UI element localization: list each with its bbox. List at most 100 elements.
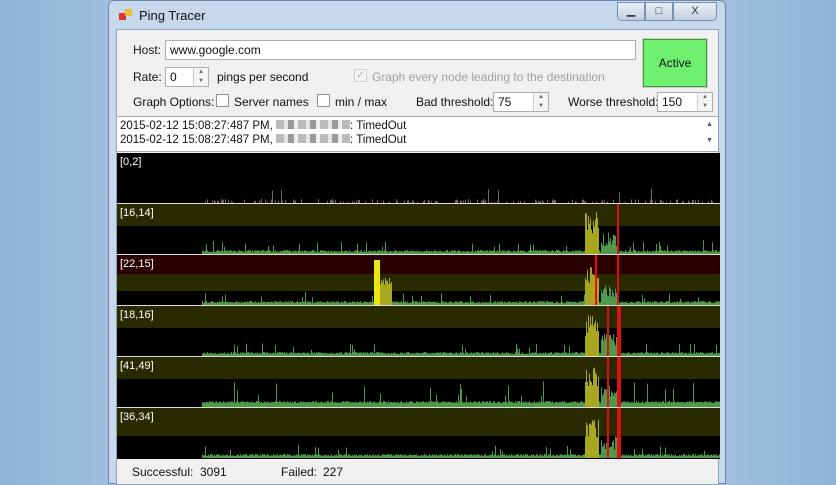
active-button[interactable]: Active: [642, 38, 708, 88]
latency-bar: [603, 445, 604, 458]
latency-bar: [541, 455, 542, 458]
latency-bar: [644, 455, 645, 458]
latency-bar: [379, 455, 380, 458]
latency-bar: [230, 449, 231, 458]
log-entry: 2015-02-12 15:08:27:487 PM, : TimedOut: [120, 133, 715, 147]
latency-bar: [596, 436, 597, 458]
latency-bar: [702, 454, 703, 458]
latency-bar: [688, 454, 689, 458]
latency-bar: [672, 455, 673, 458]
latency-bar: [716, 344, 717, 356]
latency-bar: [465, 348, 466, 356]
latency-bar: [323, 455, 324, 458]
latency-bar: [508, 385, 509, 407]
latency-bar: [280, 454, 281, 458]
latency-bar: [597, 278, 598, 305]
latency-bar: [598, 331, 599, 356]
latency-bar: [206, 244, 207, 254]
timeout-bar: [617, 306, 619, 356]
rate-spin-buttons[interactable]: ▲ ▼: [193, 68, 208, 86]
latency-bar: [604, 388, 605, 407]
bad-threshold-spin-buttons[interactable]: ▲ ▼: [533, 93, 548, 111]
latency-bar: [685, 455, 686, 458]
latency-bar: [542, 454, 543, 458]
maximize-button[interactable]: □: [645, 2, 673, 21]
latency-bar: [698, 297, 699, 305]
latency-bar: [592, 233, 593, 254]
latency-bar: [270, 455, 271, 458]
latency-bar: [533, 244, 534, 254]
latency-bar: [498, 190, 499, 203]
bad-threshold-stepper[interactable]: 75 ▲ ▼: [493, 92, 549, 112]
latency-bar: [494, 454, 495, 458]
latency-bar: [659, 454, 660, 458]
latency-bar: [382, 282, 383, 305]
worse-threshold-stepper[interactable]: 150 ▲ ▼: [657, 92, 713, 112]
latency-bar: [601, 440, 602, 458]
scroll-down-icon[interactable]: ▼: [701, 133, 718, 149]
latency-bar: [384, 454, 385, 458]
latency-bar: [311, 455, 312, 458]
latency-bar: [643, 242, 644, 254]
latency-bar: [613, 440, 614, 458]
latency-bar: [645, 454, 646, 458]
latency-bar: [479, 455, 480, 458]
latency-bar: [434, 454, 435, 458]
rate-stepper[interactable]: 0 ▲ ▼: [165, 67, 209, 87]
latency-bar: [597, 322, 598, 356]
latency-bar: [396, 454, 397, 458]
latency-bar: [593, 368, 594, 407]
latency-bar: [546, 447, 547, 458]
title-bar[interactable]: Ping Tracer ▁ □ X: [109, 1, 725, 29]
minimize-button[interactable]: ▁: [617, 2, 645, 21]
latency-bar: [393, 454, 394, 458]
latency-bar: [696, 455, 697, 458]
host-input[interactable]: www.google.com: [165, 40, 636, 60]
log-scrollbar[interactable]: ▲ ▼: [701, 117, 718, 151]
latency-bar: [526, 454, 527, 458]
latency-bar: [586, 280, 587, 305]
latency-bar: [585, 436, 586, 458]
latency-bar: [272, 455, 273, 458]
host-label: Host:: [133, 43, 162, 57]
latency-bar: [516, 343, 517, 356]
latency-bar: [427, 455, 428, 458]
latency-bar: [269, 455, 270, 458]
timeout-bar: [617, 204, 619, 254]
latency-bar: [492, 451, 493, 458]
scroll-up-icon[interactable]: ▲: [701, 117, 718, 133]
latency-bar: [605, 389, 606, 407]
graph-every-node-checkbox[interactable]: ✓: [354, 69, 367, 82]
latency-bar: [632, 455, 633, 458]
log-box[interactable]: 2015-02-12 15:08:27:487 PM, : TimedOut 2…: [117, 116, 718, 152]
latency-bar: [666, 454, 667, 458]
latency-bar: [521, 395, 522, 407]
latency-bar: [470, 455, 471, 458]
latency-bar: [334, 455, 335, 458]
latency-bar: [596, 330, 597, 356]
latency-bar: [314, 454, 315, 458]
latency-bar: [593, 421, 594, 458]
latency-bar: [266, 454, 267, 458]
close-button[interactable]: X: [673, 2, 717, 21]
latency-bar: [505, 395, 506, 407]
latency-bar: [646, 343, 647, 356]
latency-bar: [586, 422, 587, 458]
min-max-checkbox[interactable]: [317, 94, 330, 107]
latency-bar: [706, 455, 707, 458]
latency-bar: [603, 340, 604, 356]
latency-bar: [249, 454, 250, 458]
latency-bar: [562, 455, 563, 458]
latency-bar: [363, 455, 364, 458]
worse-threshold-spin-buttons[interactable]: ▲ ▼: [697, 93, 712, 111]
latency-bar: [205, 293, 206, 305]
latency-bar: [538, 455, 539, 458]
latency-bar: [596, 212, 597, 254]
server-names-checkbox[interactable]: [216, 94, 229, 107]
latency-bar: [384, 284, 385, 305]
latency-bar: [595, 219, 596, 254]
latency-bar: [354, 454, 355, 458]
latency-bar: [448, 455, 449, 458]
latency-bar: [373, 454, 374, 458]
latency-bar: [324, 454, 325, 458]
